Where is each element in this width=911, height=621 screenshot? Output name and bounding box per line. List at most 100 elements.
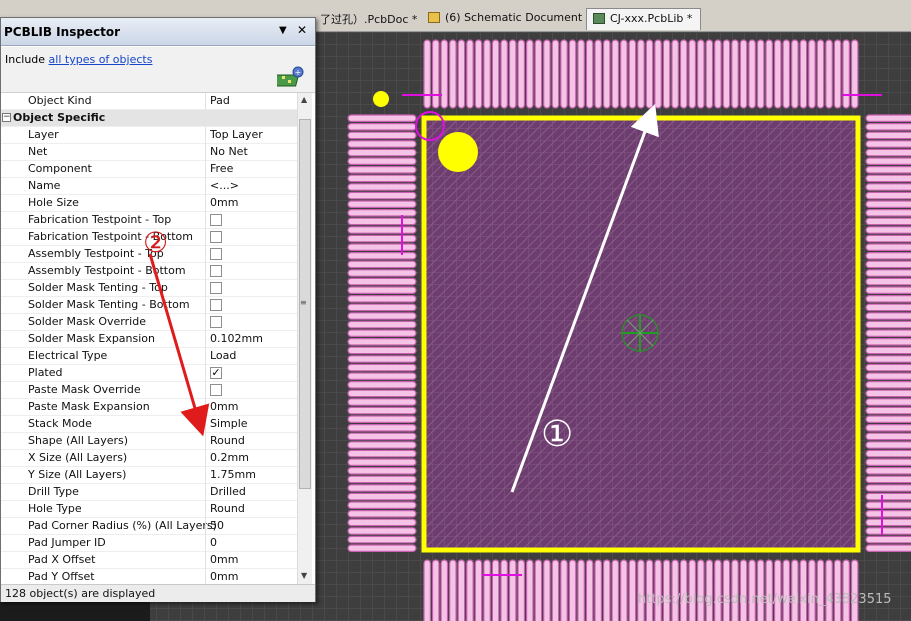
smd-pad[interactable] (865, 209, 911, 217)
tab-pcblib[interactable]: CJ-xxx.PcbLib * (586, 8, 702, 30)
smd-pad[interactable] (483, 559, 491, 621)
smd-pad[interactable] (654, 39, 662, 109)
smd-pad[interactable] (483, 39, 491, 109)
smd-pad[interactable] (825, 39, 833, 109)
smd-pad[interactable] (731, 39, 739, 109)
smd-pad[interactable] (474, 559, 483, 621)
property-row-object-kind[interactable]: Object Kind Pad (1, 93, 297, 110)
smd-pad[interactable] (347, 252, 417, 260)
smd-pad[interactable] (440, 559, 449, 621)
smd-pad[interactable] (865, 269, 911, 277)
smd-pad[interactable] (865, 398, 911, 406)
close-icon[interactable]: ✕ (297, 23, 307, 37)
smd-pad[interactable] (347, 131, 417, 140)
smd-pad[interactable] (865, 260, 911, 269)
smd-pad[interactable] (865, 243, 911, 251)
smd-pad[interactable] (688, 559, 697, 621)
smd-pad[interactable] (568, 39, 577, 109)
section-object-specific[interactable]: − Object Specific (1, 110, 297, 127)
smd-pad[interactable] (865, 381, 911, 389)
smd-pad[interactable] (347, 277, 417, 286)
smd-pad[interactable] (543, 39, 551, 109)
smd-pad[interactable] (791, 39, 799, 109)
smd-pad[interactable] (865, 406, 911, 415)
property-row[interactable]: Stack Mode Simple (1, 416, 297, 433)
smd-pad[interactable] (748, 39, 756, 109)
smd-pad[interactable] (865, 535, 911, 544)
smd-pad[interactable] (865, 286, 911, 294)
filter-icon[interactable]: + (277, 66, 304, 88)
smd-pad[interactable] (551, 559, 560, 621)
smd-pad[interactable] (865, 166, 911, 174)
smd-pad[interactable] (347, 174, 417, 183)
smd-pad[interactable] (474, 39, 483, 109)
smd-pad[interactable] (517, 39, 526, 109)
smd-pad[interactable] (865, 355, 911, 363)
smd-pad[interactable] (865, 320, 911, 329)
smd-pad[interactable] (347, 312, 417, 320)
smd-pad[interactable] (602, 559, 611, 621)
smd-pad[interactable] (731, 559, 739, 621)
smd-pad[interactable] (457, 559, 466, 621)
smd-pad[interactable] (808, 559, 816, 621)
smd-pad[interactable] (865, 226, 911, 234)
smd-pad[interactable] (347, 372, 417, 381)
smd-pad[interactable] (347, 406, 417, 415)
smd-pad[interactable] (347, 363, 417, 372)
smd-pad[interactable] (865, 363, 911, 372)
property-value[interactable]: Round (210, 434, 245, 447)
smd-pad[interactable] (347, 355, 417, 363)
smd-pad[interactable] (525, 39, 534, 109)
smd-pad[interactable] (611, 39, 620, 109)
include-link[interactable]: all types of objects (49, 53, 153, 66)
smd-pad[interactable] (347, 329, 417, 338)
smd-pad[interactable] (466, 559, 474, 621)
property-value[interactable]: 0mm (210, 196, 238, 209)
smd-pad[interactable] (534, 39, 543, 109)
smd-pad[interactable] (637, 39, 645, 109)
smd-pad[interactable] (865, 157, 911, 165)
smd-pad[interactable] (865, 432, 911, 441)
smd-pad[interactable] (865, 527, 911, 535)
smd-pad[interactable] (705, 39, 714, 109)
smd-pad[interactable] (865, 338, 911, 346)
smd-pad[interactable] (347, 389, 417, 398)
smd-pad[interactable] (347, 492, 417, 501)
property-value[interactable]: Load (210, 349, 236, 362)
property-value[interactable]: 0mm (210, 553, 238, 566)
property-row[interactable]: Hole Size 0mm (1, 195, 297, 212)
smd-pad[interactable] (440, 39, 449, 109)
smd-pad[interactable] (865, 148, 911, 157)
smd-pad[interactable] (833, 39, 842, 109)
smd-pad[interactable] (865, 295, 911, 303)
property-value[interactable]: 50 (210, 519, 224, 532)
property-row[interactable]: Pad Jumper ID 0 (1, 535, 297, 552)
smd-pad[interactable] (865, 346, 911, 355)
smd-pad[interactable] (765, 559, 773, 621)
smd-pad[interactable] (865, 424, 911, 432)
smd-pad[interactable] (347, 544, 417, 553)
property-row[interactable]: Layer Top Layer (1, 127, 297, 144)
smd-pad[interactable] (347, 320, 417, 329)
smd-pad[interactable] (671, 39, 679, 109)
smd-pad[interactable] (865, 467, 911, 475)
smd-pad[interactable] (517, 559, 526, 621)
smd-pad[interactable] (577, 559, 585, 621)
smd-pad[interactable] (816, 559, 825, 621)
property-value[interactable]: No Net (210, 145, 248, 158)
smd-pad[interactable] (865, 114, 911, 122)
smd-pad[interactable] (347, 234, 417, 243)
smd-pad[interactable] (602, 39, 611, 109)
smd-pad[interactable] (865, 252, 911, 260)
smd-pad[interactable] (543, 559, 551, 621)
smd-pad[interactable] (347, 295, 417, 303)
property-row[interactable]: Pad X Offset 0mm (1, 552, 297, 569)
property-value[interactable]: 0.102mm (210, 332, 263, 345)
property-row[interactable]: Paste Mask Override (1, 382, 297, 399)
smd-pad[interactable] (782, 39, 791, 109)
smd-pad[interactable] (585, 559, 594, 621)
collapse-section-icon[interactable]: − (2, 113, 11, 122)
smd-pad[interactable] (347, 114, 417, 123)
smd-pad[interactable] (347, 398, 417, 406)
smd-pad[interactable] (645, 559, 654, 621)
